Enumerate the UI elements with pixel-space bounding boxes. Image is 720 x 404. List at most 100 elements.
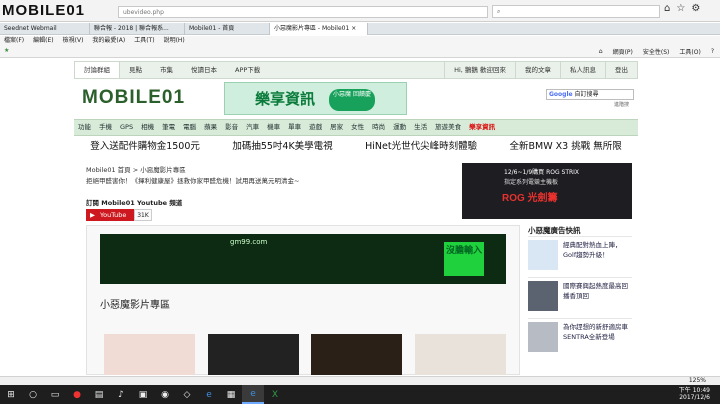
cat-games[interactable]: 遊戲 — [305, 120, 326, 135]
promo-link-3[interactable]: HiNet光世代尖峰時刻體驗 — [365, 138, 477, 155]
cat-sports[interactable]: 運動 — [389, 120, 410, 135]
menu-help[interactable]: 說明(H) — [164, 36, 185, 45]
cat-apple[interactable]: 蘋果 — [200, 120, 221, 135]
youtube-play-icon: ▶ — [90, 211, 95, 219]
home-icon[interactable]: ⌂ — [664, 3, 670, 17]
task-view-icon[interactable]: ▭ — [44, 385, 66, 404]
item-thumbnail — [528, 322, 558, 352]
photos-icon[interactable]: ▣ — [132, 385, 154, 404]
clock-time: 下午 10:49 — [678, 387, 710, 394]
notice-link[interactable]: 拒絕甲醛害你！《揮利健康屋》拯救你家甲醛危機！試用再送萬元明清金~ — [86, 175, 299, 185]
rog-side-ad[interactable]: 12/6~1/9購買 ROG STRIX 指定系列電競主機板 ROG 光劍籌 — [462, 163, 632, 219]
system-clock[interactable]: 下午 10:49 2017/12/6 — [679, 387, 710, 401]
nav-my-articles[interactable]: 我的文章 — [515, 62, 560, 78]
side-ad-rog-text: ROG 光劍籌 — [502, 193, 558, 204]
app-icon[interactable]: ▦ — [220, 385, 242, 404]
cat-phone[interactable]: 手機 — [95, 120, 116, 135]
promo-link-4[interactable]: 全新BMW X3 挑戰 無所限 — [510, 138, 622, 155]
ad-news-list: 經典配對熱血上陣，Golf趨勢升級！ 國際賽興起熱度最高回播香頂回 為你趕想的新… — [528, 236, 632, 359]
game-banner-ad[interactable]: gm99.com 沒膽輸入 — [100, 234, 506, 284]
cat-computer[interactable]: 電腦 — [179, 120, 200, 135]
cat-gps[interactable]: GPS — [116, 120, 137, 135]
cat-bicycle[interactable]: 單車 — [284, 120, 305, 135]
side-ad-title: 12/6~1/9購買 ROG STRIX — [504, 169, 580, 176]
video-thumbnail-1[interactable] — [104, 334, 195, 375]
gear-icon[interactable]: ⚙ — [691, 3, 700, 17]
app-icon[interactable]: ◇ — [176, 385, 198, 404]
promo-link-1[interactable]: 登入送配件購物金1500元 — [90, 138, 200, 155]
start-icon[interactable]: ⊞ — [0, 385, 22, 404]
ad-news-heading: 小惡魔廣告快訊 — [528, 226, 581, 235]
cat-camera[interactable]: 相機 — [137, 120, 158, 135]
cat-features[interactable]: 功能 — [74, 120, 95, 135]
item-thumbnail — [528, 281, 558, 311]
top-banner-ad[interactable]: 樂享資訊 小惡魔 回饋慶 — [224, 82, 407, 115]
browser-search-input[interactable]: ⌕ — [492, 5, 660, 18]
nav-forum[interactable]: 討論群組 — [75, 62, 120, 78]
cat-home[interactable]: 居家 — [326, 120, 347, 135]
edge-icon[interactable]: e — [198, 385, 220, 404]
nav-japan[interactable]: 悅讀日本 — [182, 62, 226, 78]
advanced-search-link[interactable]: 進階搜 — [614, 101, 629, 108]
cat-fashion[interactable]: 時尚 — [368, 120, 389, 135]
cat-motorcycle[interactable]: 機車 — [263, 120, 284, 135]
nav-market[interactable]: 市集 — [151, 62, 182, 78]
safety-menu[interactable]: 安全性(S) — [643, 47, 670, 56]
banner-badge: 小惡魔 回饋慶 — [329, 89, 375, 111]
tab-video-zone[interactable]: 小惡魔影片專區 - Mobile01 × — [270, 23, 368, 35]
cat-notebook[interactable]: 筆電 — [158, 120, 179, 135]
menu-file[interactable]: 檔案(F) — [4, 36, 24, 45]
folder-icon[interactable]: ▤ — [88, 385, 110, 404]
google-logo: Google — [549, 91, 573, 98]
cat-travel-food[interactable]: 旅遊美食 — [431, 120, 465, 135]
cat-car[interactable]: 汽車 — [242, 120, 263, 135]
youtube-subscribe-button[interactable]: ▶ YouTube — [86, 209, 134, 221]
star-icon[interactable]: ☆ — [676, 3, 685, 17]
section-title: 小惡魔影片專區 — [100, 300, 170, 311]
menu-bar: 檔案(F) 編輯(E) 檢視(V) 我的最愛(A) 工具(T) 說明(H) — [0, 36, 720, 45]
menu-view[interactable]: 檢視(V) — [63, 36, 84, 45]
command-buttons: ⌂ 網頁(P) 安全性(S) 工具(O) ? — [599, 47, 714, 56]
video-thumbnail-2[interactable] — [207, 334, 299, 375]
subscriber-count: 31K — [134, 209, 152, 221]
list-item[interactable]: 國際賽興起熱度最高回播香頂回 — [528, 277, 632, 318]
opera-icon[interactable]: ● — [66, 385, 88, 404]
menu-tools[interactable]: 工具(T) — [134, 36, 154, 45]
nav-points[interactable]: 見點 — [120, 62, 151, 78]
internet-explorer-icon[interactable]: e — [242, 385, 264, 404]
breadcrumb[interactable]: Mobile01 首頁 > 小惡魔影片專區 — [86, 164, 186, 174]
mobile01-logo[interactable]: MOBILE01 — [82, 87, 185, 109]
tools-menu[interactable]: 工具(O) — [679, 47, 700, 56]
nav-messages[interactable]: 私人訊息 — [560, 62, 605, 78]
tab-mobile01-home[interactable]: Mobile01 - 首頁 — [185, 23, 270, 35]
nav-app[interactable]: APP下載 — [226, 62, 269, 78]
tab-seednet[interactable]: Seednet Webmail — [0, 23, 90, 35]
taskbar: ⊞ ○ ▭ ● ▤ ♪ ▣ ◉ ◇ e ▦ e X 下午 10:49 2017/… — [0, 385, 720, 404]
list-item[interactable]: 經典配對熱血上陣，Golf趨勢升級！ — [528, 236, 632, 277]
google-search-input[interactable]: Google 自訂搜尋 — [546, 89, 634, 100]
cat-women[interactable]: 女性 — [347, 120, 368, 135]
ad-badge: 沒膽輸入 — [444, 242, 484, 276]
home-cmd-icon[interactable]: ⌂ — [599, 48, 603, 55]
help-icon[interactable]: ? — [711, 48, 714, 55]
video-thumbnail-4[interactable] — [414, 334, 506, 375]
music-icon[interactable]: ♪ — [110, 385, 132, 404]
search-icon[interactable]: ○ — [22, 385, 44, 404]
cat-av[interactable]: 影音 — [221, 120, 242, 135]
nav-logout[interactable]: 登出 — [605, 62, 637, 78]
favorites-star-icon[interactable]: ★ — [4, 47, 9, 54]
tab-udn[interactable]: 聯合報 - 2018 | 聯合報系... — [90, 23, 185, 35]
media-icon[interactable]: ◉ — [154, 385, 176, 404]
command-bar: ★ ⌂ 網頁(P) 安全性(S) 工具(O) ? — [0, 45, 720, 58]
video-thumbnail-3[interactable] — [311, 334, 403, 375]
page-menu[interactable]: 網頁(P) — [613, 47, 633, 56]
zoom-level[interactable]: 125% — [689, 377, 706, 385]
cat-life[interactable]: 生活 — [410, 120, 431, 135]
excel-icon[interactable]: X — [264, 385, 286, 404]
menu-edit[interactable]: 編輯(E) — [33, 36, 53, 45]
menu-favorites[interactable]: 我的最愛(A) — [92, 36, 125, 45]
promo-link-2[interactable]: 加碼抽55吋4K美學電視 — [232, 138, 332, 155]
list-item[interactable]: 為你趕想的新舒適房車 SENTRA全新登場 — [528, 318, 632, 359]
url-field[interactable]: ubevideo.php — [118, 6, 488, 18]
cat-promo-info[interactable]: 樂享資訊 — [465, 120, 499, 135]
